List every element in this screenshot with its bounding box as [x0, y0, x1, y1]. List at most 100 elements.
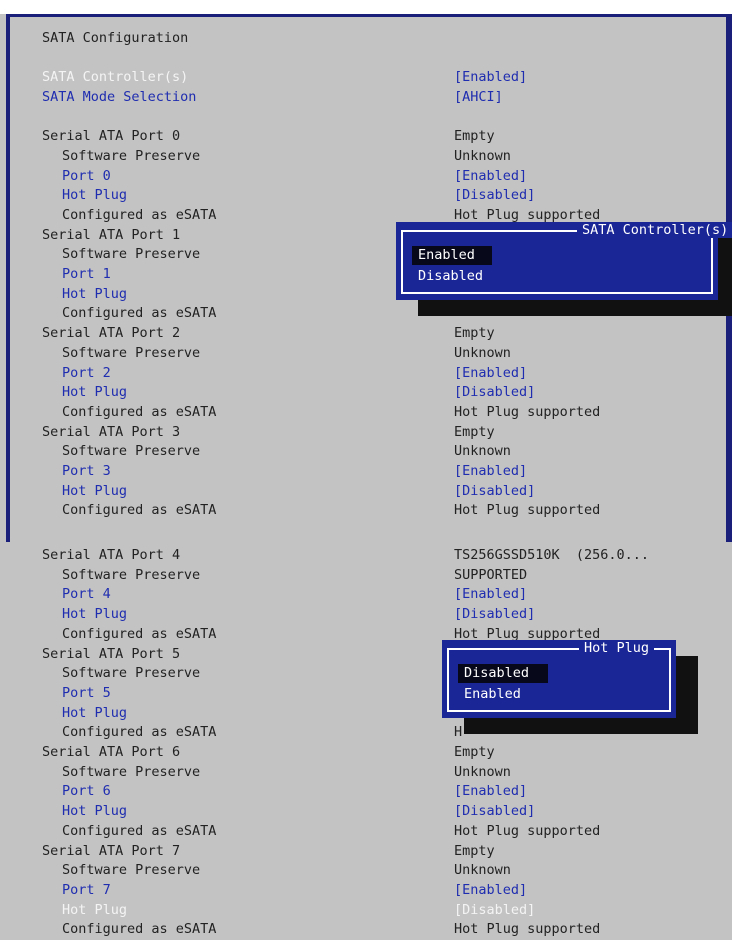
- setting-row-configured-as-esata: Configured as eSATA Hot Plug supported: [0, 403, 732, 422]
- setting-value: H: [454, 724, 463, 741]
- setting-label: Hot Plug: [62, 187, 128, 204]
- setting-label: Software Preserve: [62, 443, 201, 460]
- bios-screen-bottom: Serial ATA Port 4 TS256GSSD510K (256.0...…: [0, 542, 732, 940]
- setting-value: Hot Plug supported: [454, 403, 601, 420]
- setting-value: Hot Plug supported: [454, 921, 601, 938]
- setting-label: Port 5: [62, 684, 111, 701]
- setting-value[interactable]: [Enabled]: [454, 462, 527, 481]
- popup-option-enabled[interactable]: Enabled: [412, 246, 492, 265]
- setting-label: Serial ATA Port 6: [42, 744, 181, 760]
- setting-row-port-2[interactable]: Port 2 [Enabled]: [0, 364, 732, 383]
- setting-row-port-0[interactable]: Port 0 [Enabled]: [0, 167, 732, 186]
- popup-option-enabled[interactable]: Enabled: [458, 685, 660, 704]
- setting-value: Hot Plug supported: [454, 502, 601, 519]
- setting-value[interactable]: [Enabled]: [454, 68, 527, 87]
- setting-row-serial-ata-port-3: Serial ATA Port 3 Empty: [0, 423, 732, 442]
- setting-label: Software Preserve: [62, 763, 201, 780]
- setting-label: Hot Plug: [62, 606, 128, 623]
- popup-title: Hot Plug: [579, 640, 655, 656]
- setting-row-serial-ata-port-4: Serial ATA Port 4 TS256GSSD510K (256.0...: [0, 546, 732, 565]
- setting-row-port-7[interactable]: Port 7 [Enabled]: [0, 881, 732, 900]
- setting-value[interactable]: [Enabled]: [454, 782, 527, 801]
- setting-row-sata-controller-s[interactable]: SATA Controller(s) [Enabled]: [0, 68, 732, 87]
- setting-label: Software Preserve: [62, 246, 201, 263]
- setting-label: Software Preserve: [62, 566, 201, 583]
- frame-top-border: [6, 14, 732, 17]
- setting-label: Software Preserve: [62, 344, 201, 361]
- setting-value[interactable]: [Disabled]: [454, 186, 535, 205]
- setting-value: Empty: [454, 423, 495, 440]
- setting-value[interactable]: [Enabled]: [454, 167, 527, 186]
- setting-value: Unknown: [454, 344, 511, 361]
- setting-row-software-preserve: Software Preserve Unknown: [0, 147, 732, 166]
- setting-row-serial-ata-port-0: Serial ATA Port 0 Empty: [0, 127, 732, 146]
- setting-value[interactable]: [Disabled]: [454, 901, 535, 920]
- setting-label: Serial ATA Port 4: [42, 547, 181, 563]
- setting-label: Configured as eSATA: [62, 921, 217, 938]
- setting-value: Unknown: [454, 147, 511, 164]
- setting-row-port-3[interactable]: Port 3 [Enabled]: [0, 462, 732, 481]
- setting-row-software-preserve: Software Preserve Unknown: [0, 763, 732, 782]
- setting-row-configured-as-esata: Configured as eSATA Hot Plug supported: [0, 501, 732, 520]
- setting-value: TS256GSSD510K (256.0...: [454, 547, 650, 563]
- popup-option-disabled[interactable]: Disabled: [458, 664, 548, 683]
- setting-label: Software Preserve: [62, 665, 201, 682]
- popup-option-disabled[interactable]: Disabled: [412, 267, 702, 286]
- setting-value: Unknown: [454, 763, 511, 780]
- setting-label: Configured as eSATA: [62, 625, 217, 642]
- setting-value[interactable]: [Disabled]: [454, 605, 535, 624]
- setting-row-software-preserve: Software Preserve Unknown: [0, 861, 732, 880]
- setting-row-configured-as-esata: Configured as eSATA Hot Plug supported: [0, 822, 732, 841]
- setting-row-hot-plug[interactable]: Hot Plug [Disabled]: [0, 605, 732, 624]
- setting-label: Serial ATA Port 0: [42, 128, 181, 145]
- setting-label: Serial ATA Port 3: [42, 423, 181, 440]
- setting-value[interactable]: [Enabled]: [454, 585, 527, 604]
- setting-label: Port 7: [62, 881, 111, 898]
- setting-value[interactable]: [Enabled]: [454, 364, 527, 383]
- setting-label: Serial ATA Port 2: [42, 325, 181, 342]
- setting-row-software-preserve: Software Preserve SUPPORTED: [0, 566, 732, 585]
- setting-label: Hot Plug: [62, 803, 128, 820]
- setting-value[interactable]: [AHCI]: [454, 88, 503, 107]
- setting-row-hot-plug[interactable]: Hot Plug [Disabled]: [0, 901, 732, 920]
- setting-label: Port 3: [62, 463, 111, 479]
- setting-value[interactable]: [Disabled]: [454, 802, 535, 821]
- setting-row-software-preserve: Software Preserve Unknown: [0, 344, 732, 363]
- setting-label: Serial ATA Port 5: [42, 645, 181, 662]
- setting-row-sata-mode-selection[interactable]: SATA Mode Selection [AHCI]: [0, 88, 732, 107]
- setting-row-port-4[interactable]: Port 4 [Enabled]: [0, 585, 732, 604]
- setting-label: SATA Controller(s): [42, 69, 189, 85]
- setting-value: Empty: [454, 325, 495, 342]
- setting-value[interactable]: [Disabled]: [454, 482, 535, 501]
- setting-label: Configured as eSATA: [62, 403, 217, 420]
- setting-label: Software Preserve: [62, 147, 201, 164]
- setting-label: Configured as eSATA: [62, 822, 217, 839]
- setting-value: Empty: [454, 842, 495, 859]
- spacer-row: [0, 107, 732, 126]
- setting-value: Unknown: [454, 443, 511, 460]
- setting-label: Hot Plug: [62, 285, 128, 302]
- popup-dialog[interactable]: SATA Controller(s) Enabled Disabled: [396, 222, 732, 300]
- setting-row-hot-plug[interactable]: Hot Plug [Disabled]: [0, 383, 732, 402]
- setting-label: Configured as eSATA: [62, 502, 217, 519]
- setting-row-serial-ata-port-6: Serial ATA Port 6 Empty: [0, 743, 732, 762]
- setting-row-configured-as-esata: Configured as eSATA Hot Plug supported: [0, 920, 732, 939]
- setting-row-hot-plug[interactable]: Hot Plug [Disabled]: [0, 186, 732, 205]
- setting-label: Hot Plug: [62, 901, 128, 918]
- setting-label: SATA Mode Selection: [42, 88, 197, 105]
- setting-row-hot-plug[interactable]: Hot Plug [Disabled]: [0, 802, 732, 821]
- setting-row-hot-plug[interactable]: Hot Plug [Disabled]: [0, 482, 732, 501]
- setting-label: Port 6: [62, 783, 111, 800]
- page-title: SATA Configuration: [42, 30, 189, 46]
- setting-row-port-6[interactable]: Port 6 [Enabled]: [0, 782, 732, 801]
- setting-value: Unknown: [454, 862, 511, 879]
- setting-label: Port 4: [62, 586, 111, 603]
- setting-value: Hot Plug supported: [454, 822, 601, 839]
- bios-screen-top: SATA Configuration SATA Controller(s) [En…: [0, 14, 732, 542]
- setting-value: Empty: [454, 128, 495, 145]
- popup-dialog[interactable]: Hot Plug Disabled Enabled: [442, 640, 676, 718]
- setting-label: Configured as eSATA: [62, 206, 217, 223]
- setting-value[interactable]: [Enabled]: [454, 881, 527, 900]
- setting-label: Configured as eSATA: [62, 305, 217, 322]
- setting-value[interactable]: [Disabled]: [454, 383, 535, 402]
